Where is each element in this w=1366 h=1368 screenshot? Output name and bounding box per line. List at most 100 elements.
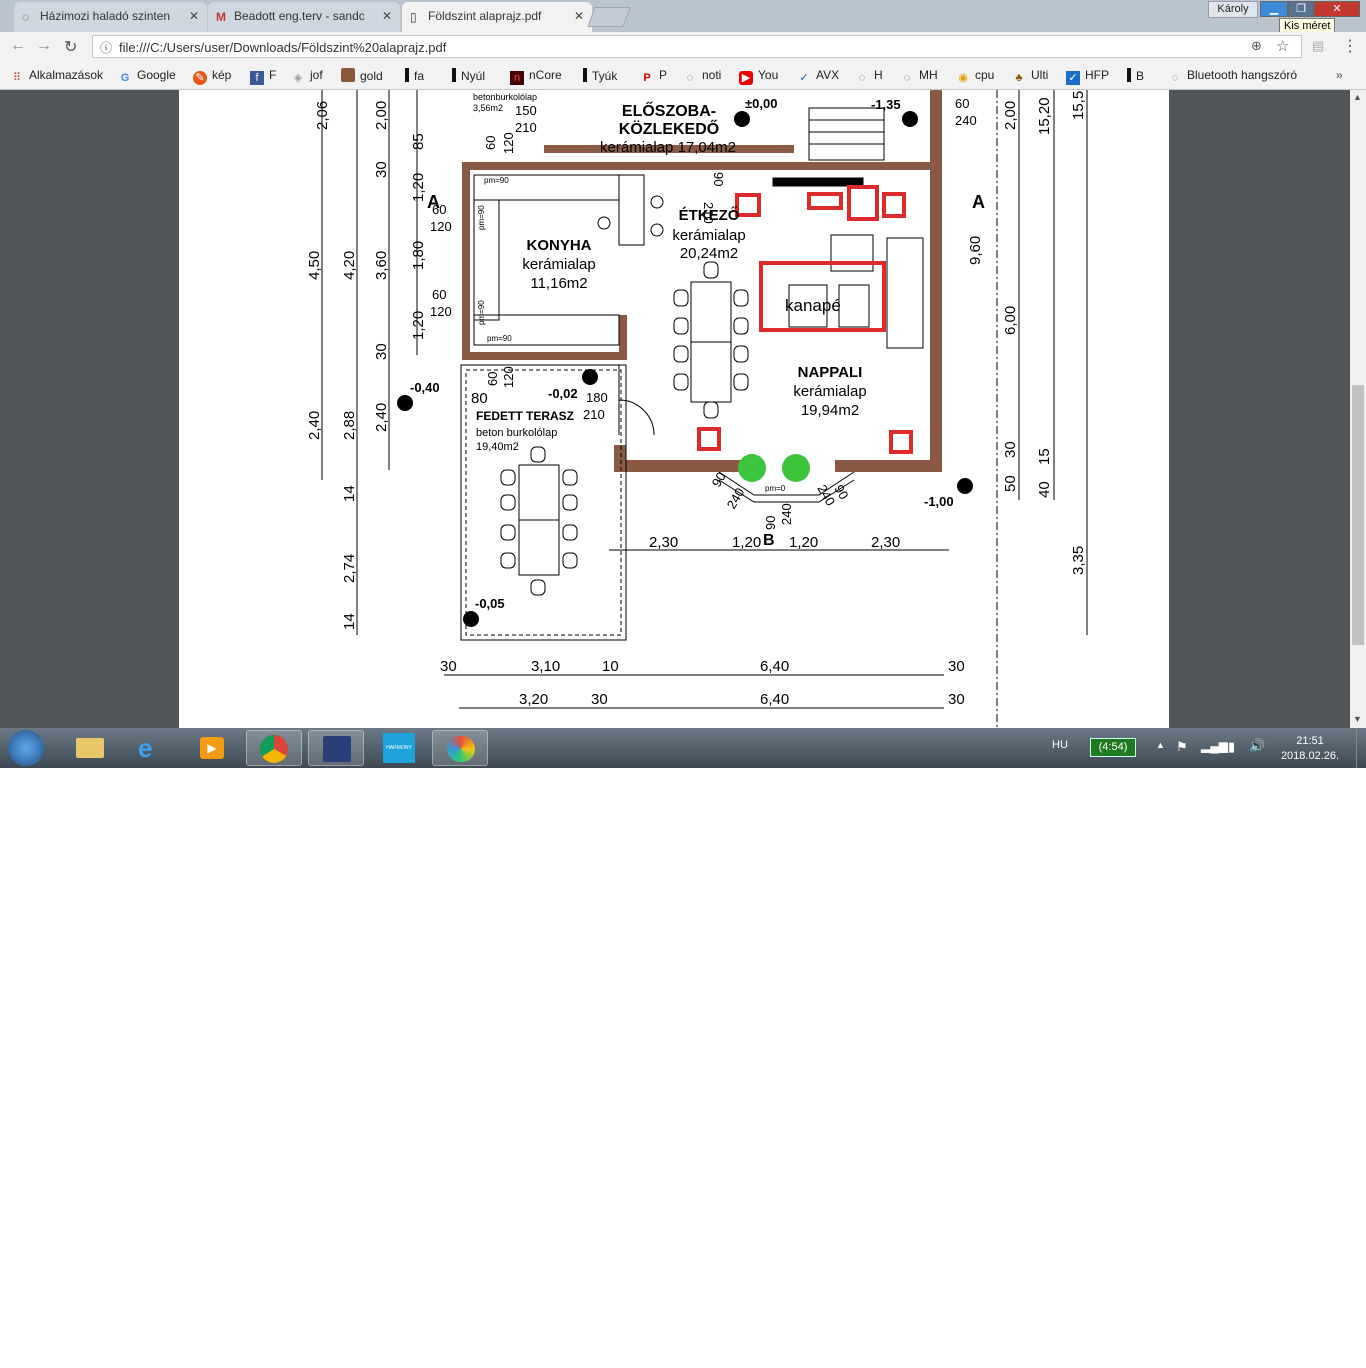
more-bookmarks-icon[interactable]: » — [1336, 68, 1343, 82]
bookmark-item[interactable]: ✓ AVX — [797, 68, 839, 85]
tab-pdf[interactable]: ▯ Földszint alaprajz.pdf ✕ — [402, 2, 592, 32]
bookmark-item[interactable]: gold — [341, 68, 383, 83]
start-orb-icon[interactable] — [8, 730, 44, 766]
tab-gmail[interactable]: M Beadott eng.terv - sando ✕ — [208, 2, 400, 32]
wall — [835, 460, 942, 472]
annotation-box — [889, 430, 913, 454]
tab-forum[interactable]: ◌ Házimozi haladó szinten ✕ — [14, 2, 207, 32]
action-center-icon[interactable]: ⚑ — [1176, 739, 1188, 755]
internet-explorer-icon[interactable]: e — [124, 730, 180, 766]
bookmark-item[interactable]: Tyúk — [583, 68, 617, 83]
harmony-icon[interactable]: HARMONY — [370, 730, 426, 766]
close-icon[interactable]: ✕ — [382, 9, 392, 23]
battery-indicator[interactable]: (4:54) — [1090, 738, 1136, 757]
opening-label: 180 — [586, 390, 608, 405]
menu-dots-icon[interactable]: ⋮ — [1342, 36, 1358, 56]
bookmark-item[interactable]: ✎ kép — [193, 68, 231, 85]
volume-icon[interactable]: 🔊 — [1249, 738, 1265, 754]
system-clock[interactable]: 21:51 2018.02.26. — [1270, 734, 1350, 764]
dimension-label: 9,60 — [967, 236, 984, 265]
network-icon[interactable]: ▂▄▆ — [1201, 739, 1228, 753]
dimension-label: 2,74 — [341, 554, 358, 583]
clock-date: 2018.02.26. — [1280, 750, 1340, 762]
dimension-label: 85 — [410, 133, 427, 150]
paint-icon[interactable] — [432, 730, 488, 766]
dimension-label: 2,00 — [1002, 101, 1019, 130]
dimension-label: 1,20 — [789, 534, 818, 551]
address-bar[interactable]: ⓘ file:///C:/Users/user/Downloads/Földsz… — [92, 35, 1302, 58]
opening-label: 210 — [583, 407, 605, 422]
dimension-label: 6,40 — [760, 658, 789, 675]
room-floor: kerámialap — [793, 383, 866, 400]
scroll-up-icon[interactable]: ▲ — [1353, 92, 1362, 102]
bookmark-item[interactable]: ◌ H — [855, 68, 883, 85]
bookmark-item[interactable]: PP — [640, 68, 667, 85]
bookmark-item[interactable]: ◈ jof — [291, 68, 323, 85]
opening-label: 90 — [763, 516, 778, 530]
extension-icon[interactable]: ▤ — [1312, 38, 1324, 54]
pinterest-icon: P — [643, 72, 651, 84]
explorer-icon[interactable] — [62, 730, 118, 766]
dimension-label: 2,30 — [649, 534, 678, 551]
floppy-save-icon[interactable] — [308, 730, 364, 766]
dimension-label: 3,10 — [531, 658, 560, 675]
bookmark-item[interactable]: ⠿ Alkalmazások — [10, 68, 103, 85]
info-icon[interactable]: ⓘ — [100, 39, 112, 56]
level-marker-icon — [902, 111, 918, 127]
close-icon[interactable]: ✕ — [189, 9, 199, 23]
show-hidden-icons-icon[interactable]: ▲ — [1156, 740, 1165, 750]
dimension-label: 2,00 — [373, 101, 390, 130]
dimension-label: 30 — [373, 343, 390, 360]
bookmark-icon — [405, 68, 409, 82]
back-arrow-icon[interactable]: ← — [10, 37, 26, 55]
tab-label: Földszint alaprajz.pdf — [428, 9, 542, 23]
bookmark-item[interactable]: ◉ cpu — [956, 68, 994, 85]
bookmark-item[interactable]: ✓ HFP — [1066, 68, 1109, 85]
bookmark-star-icon[interactable]: ☆ — [1276, 37, 1289, 55]
dimension-label: 1,20 — [732, 534, 761, 551]
reload-icon[interactable]: ↻ — [64, 37, 77, 57]
forum-icon: ◌ — [22, 10, 30, 24]
language-indicator[interactable]: HU — [1052, 739, 1068, 751]
close-icon[interactable]: ✕ — [574, 9, 584, 23]
tab-label: Beadott eng.terv - sando — [234, 9, 364, 23]
forward-arrow-icon[interactable]: → — [36, 37, 52, 55]
minimize-button[interactable]: ▁ — [1260, 1, 1288, 17]
annotation-box — [735, 193, 761, 217]
dimension-label: 3,60 — [373, 251, 390, 280]
bookmark-item[interactable]: ◌ Bluetooth hangszóró — [1168, 68, 1302, 85]
zoom-icon[interactable]: ⊕ — [1251, 38, 1262, 54]
level-label: -0,02 — [548, 386, 578, 401]
opening-label: 240 — [779, 503, 794, 525]
opening-label: 120 — [501, 132, 516, 154]
bookmark-icon — [452, 68, 456, 82]
bookmark-item[interactable]: Nyúl — [452, 68, 485, 83]
bookmark-item[interactable]: fa — [405, 68, 424, 83]
bookmark-item[interactable]: G Google — [118, 68, 176, 85]
profile-button[interactable]: Károly — [1208, 1, 1258, 18]
close-window-button[interactable]: ✕ — [1314, 1, 1360, 17]
maximize-button[interactable]: ❐ — [1288, 1, 1314, 17]
bookmark-item[interactable]: ◌ noti — [683, 68, 722, 85]
bookmark-item[interactable]: ◌ MH — [900, 68, 938, 85]
plant-icon — [738, 454, 766, 482]
address-toolbar: ← → ↻ ⓘ file:///C:/Users/user/Downloads/… — [0, 32, 1366, 62]
power-icon[interactable]: ▮ — [1228, 739, 1235, 755]
new-tab-button[interactable] — [587, 7, 631, 27]
level-label: ±0,00 — [745, 96, 777, 111]
dimension-label: 4,50 — [306, 251, 323, 280]
dimension-label: 1,80 — [410, 241, 427, 270]
scroll-down-icon[interactable]: ▼ — [1353, 714, 1362, 724]
media-player-icon[interactable]: ▶ — [184, 730, 240, 766]
sink — [597, 216, 611, 230]
dimension-label: 3,35 — [1070, 546, 1087, 575]
bookmark-item[interactable]: ▶ You — [739, 68, 778, 85]
scrollbar-thumb[interactable] — [1352, 385, 1364, 645]
bookmark-item[interactable]: n nCore — [510, 68, 562, 85]
chrome-icon[interactable] — [246, 730, 302, 766]
bookmark-item[interactable]: fF — [250, 68, 276, 85]
opening-label: 60 — [432, 287, 446, 302]
bookmark-item[interactable]: B — [1127, 68, 1144, 83]
show-desktop-button[interactable] — [1356, 728, 1366, 768]
bookmark-item[interactable]: ♣ Ulti — [1012, 68, 1048, 85]
